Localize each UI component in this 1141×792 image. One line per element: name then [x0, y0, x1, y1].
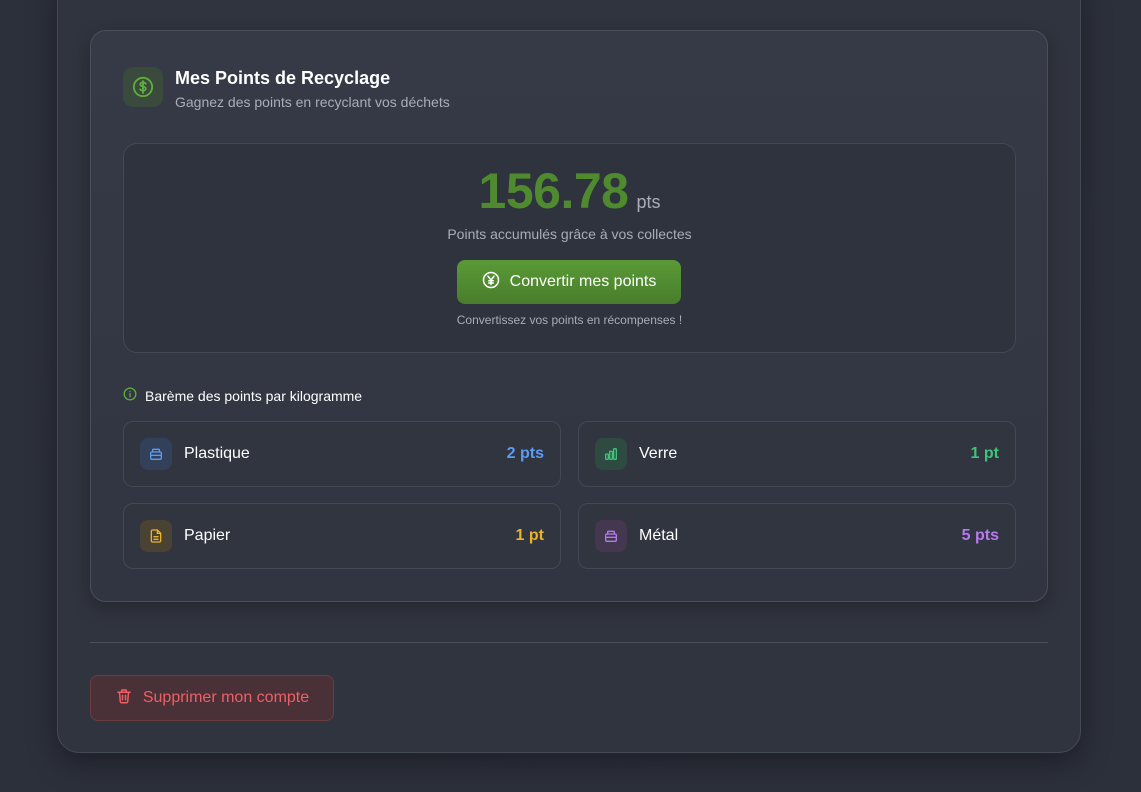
points-unit: pts: [636, 192, 661, 212]
bar-chart-icon: [595, 438, 627, 470]
material-label: Papier: [184, 527, 231, 544]
document-icon: [140, 520, 172, 552]
delete-account-button[interactable]: Supprimer mon compte: [90, 675, 334, 721]
material-papier: Papier 1 pt: [123, 503, 561, 569]
material-label: Plastique: [184, 445, 250, 462]
material-plastique: Plastique 2 pts: [123, 421, 561, 487]
container-icon: [595, 520, 627, 552]
points-total: 156.78 pts: [124, 162, 1015, 220]
convert-points-button[interactable]: Convertir mes points: [457, 260, 681, 304]
card-title: Mes Points de Recyclage: [175, 68, 391, 88]
section-divider: [90, 642, 1048, 643]
points-value: 156.78: [478, 163, 629, 219]
material-metal: Métal 5 pts: [578, 503, 1016, 569]
card-subtitle: Gagnez des points en recyclant vos déche…: [175, 94, 450, 110]
material-points: 5 pts: [961, 527, 999, 544]
recycling-points-card: Mes Points de Recyclage Gagnez des point…: [90, 30, 1048, 602]
convert-hint: Convertissez vos points en récompenses !: [456, 313, 683, 327]
scale-heading: Barème des points par kilogramme: [123, 387, 362, 404]
yen-circle-icon: [482, 271, 500, 294]
trash-icon: [115, 687, 133, 710]
info-icon: [123, 387, 137, 404]
material-points: 1 pt: [515, 527, 544, 544]
points-caption: Points accumulés grâce à vos collectes: [447, 226, 692, 242]
points-summary: 156.78 pts Points accumulés grâce à vos …: [123, 143, 1016, 353]
dollar-circle-icon: [123, 67, 163, 107]
material-label: Métal: [639, 527, 679, 544]
material-points: 1 pt: [970, 445, 999, 462]
convert-points-label: Convertir mes points: [509, 273, 657, 290]
material-label: Verre: [639, 445, 678, 462]
delete-account-label: Supprimer mon compte: [142, 689, 310, 706]
scale-heading-label: Barème des points par kilogramme: [145, 387, 363, 404]
material-points: 2 pts: [506, 445, 544, 462]
container-icon: [140, 438, 172, 470]
material-verre: Verre 1 pt: [578, 421, 1016, 487]
